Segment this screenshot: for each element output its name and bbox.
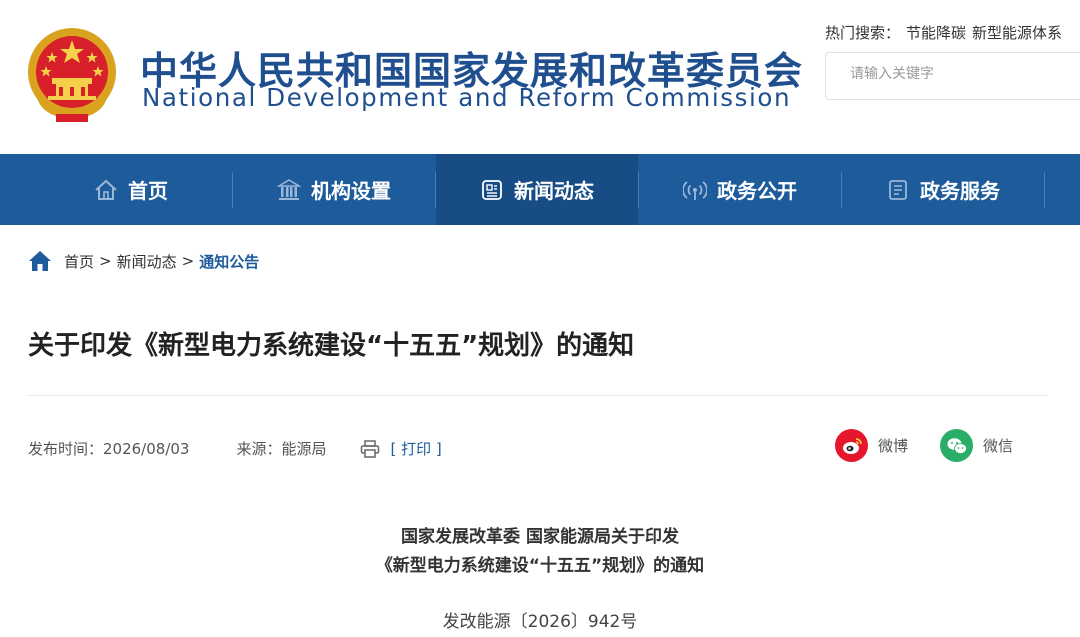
nav-label: 机构设置: [311, 179, 391, 203]
article-source: 来源：能源局: [236, 440, 327, 458]
site-title-en[interactable]: National Development and Reform Commissi…: [142, 83, 791, 112]
nav-item-news[interactable]: 新闻动态: [436, 154, 638, 225]
national-emblem-icon[interactable]: [26, 26, 118, 124]
share-weibo-button[interactable]: 微博: [835, 429, 908, 462]
nav-item-government-services[interactable]: 政务服务: [842, 154, 1044, 225]
article-meta: 发布时间：2026/08/03 来源：能源局 [ 打印 ]: [28, 438, 442, 459]
breadcrumb-separator: >: [99, 252, 112, 270]
document-number: 发改能源〔2026〕942号: [442, 612, 638, 632]
printer-icon: [360, 439, 380, 458]
hot-search: 热门搜索： 节能降碳 新型能源体系: [825, 22, 1062, 43]
title-divider: [28, 395, 1048, 396]
document-heading-line-1: 国家发展改革委 国家能源局关于印发: [401, 527, 679, 547]
news-icon: [480, 178, 504, 202]
hot-search-label: 热门搜索：: [825, 24, 901, 42]
nav-divider: [1044, 172, 1045, 208]
breadcrumb-item-home[interactable]: 首页: [64, 251, 94, 272]
print-button[interactable]: [ 打印 ]: [360, 438, 442, 459]
main-nav: 首页 机构设置 新闻动态 政务公开 政务服务: [0, 154, 1080, 225]
publish-date: 发布时间：2026/08/03: [28, 440, 190, 458]
home-icon[interactable]: [28, 250, 52, 272]
breadcrumb-separator: >: [181, 252, 195, 270]
document-heading-line-2: 《新型电力系统建设“十五五”规划》的通知: [375, 556, 705, 576]
breadcrumb-item-news[interactable]: 新闻动态: [117, 251, 177, 272]
nav-label: 新闻动态: [514, 179, 594, 203]
breadcrumb: 首页 > 新闻动态 > 通知公告: [28, 248, 259, 274]
nav-item-home[interactable]: 首页: [30, 154, 232, 225]
nav-item-organization[interactable]: 机构设置: [233, 154, 435, 225]
share-weibo-label: 微博: [878, 437, 909, 455]
share-wechat-button[interactable]: 微信: [940, 429, 1013, 462]
hot-search-item[interactable]: 新型能源体系: [972, 24, 1062, 42]
wechat-icon: [940, 429, 973, 462]
nav-label: 首页: [128, 179, 168, 203]
nav-label: 政务公开: [717, 179, 797, 203]
site-header: 中华人民共和国国家发展和改革委员会 National Development a…: [0, 0, 1080, 154]
breadcrumb-item-current[interactable]: 通知公告: [199, 251, 259, 272]
broadcast-icon: [683, 178, 707, 202]
building-icon: [277, 178, 301, 202]
search-input[interactable]: [850, 66, 1070, 82]
nav-label: 政务服务: [920, 179, 1000, 203]
article-title: 关于印发《新型电力系统建设“十五五”规划》的通知: [28, 331, 635, 361]
weibo-icon: [835, 429, 868, 462]
nav-item-government-affairs[interactable]: 政务公开: [639, 154, 841, 225]
search-box: [825, 52, 1080, 100]
hot-search-item[interactable]: 节能降碳: [906, 24, 966, 42]
print-label: [ 打印 ]: [390, 440, 442, 458]
share-wechat-label: 微信: [983, 437, 1014, 455]
document-icon: [886, 178, 910, 202]
home-icon: [94, 178, 118, 202]
